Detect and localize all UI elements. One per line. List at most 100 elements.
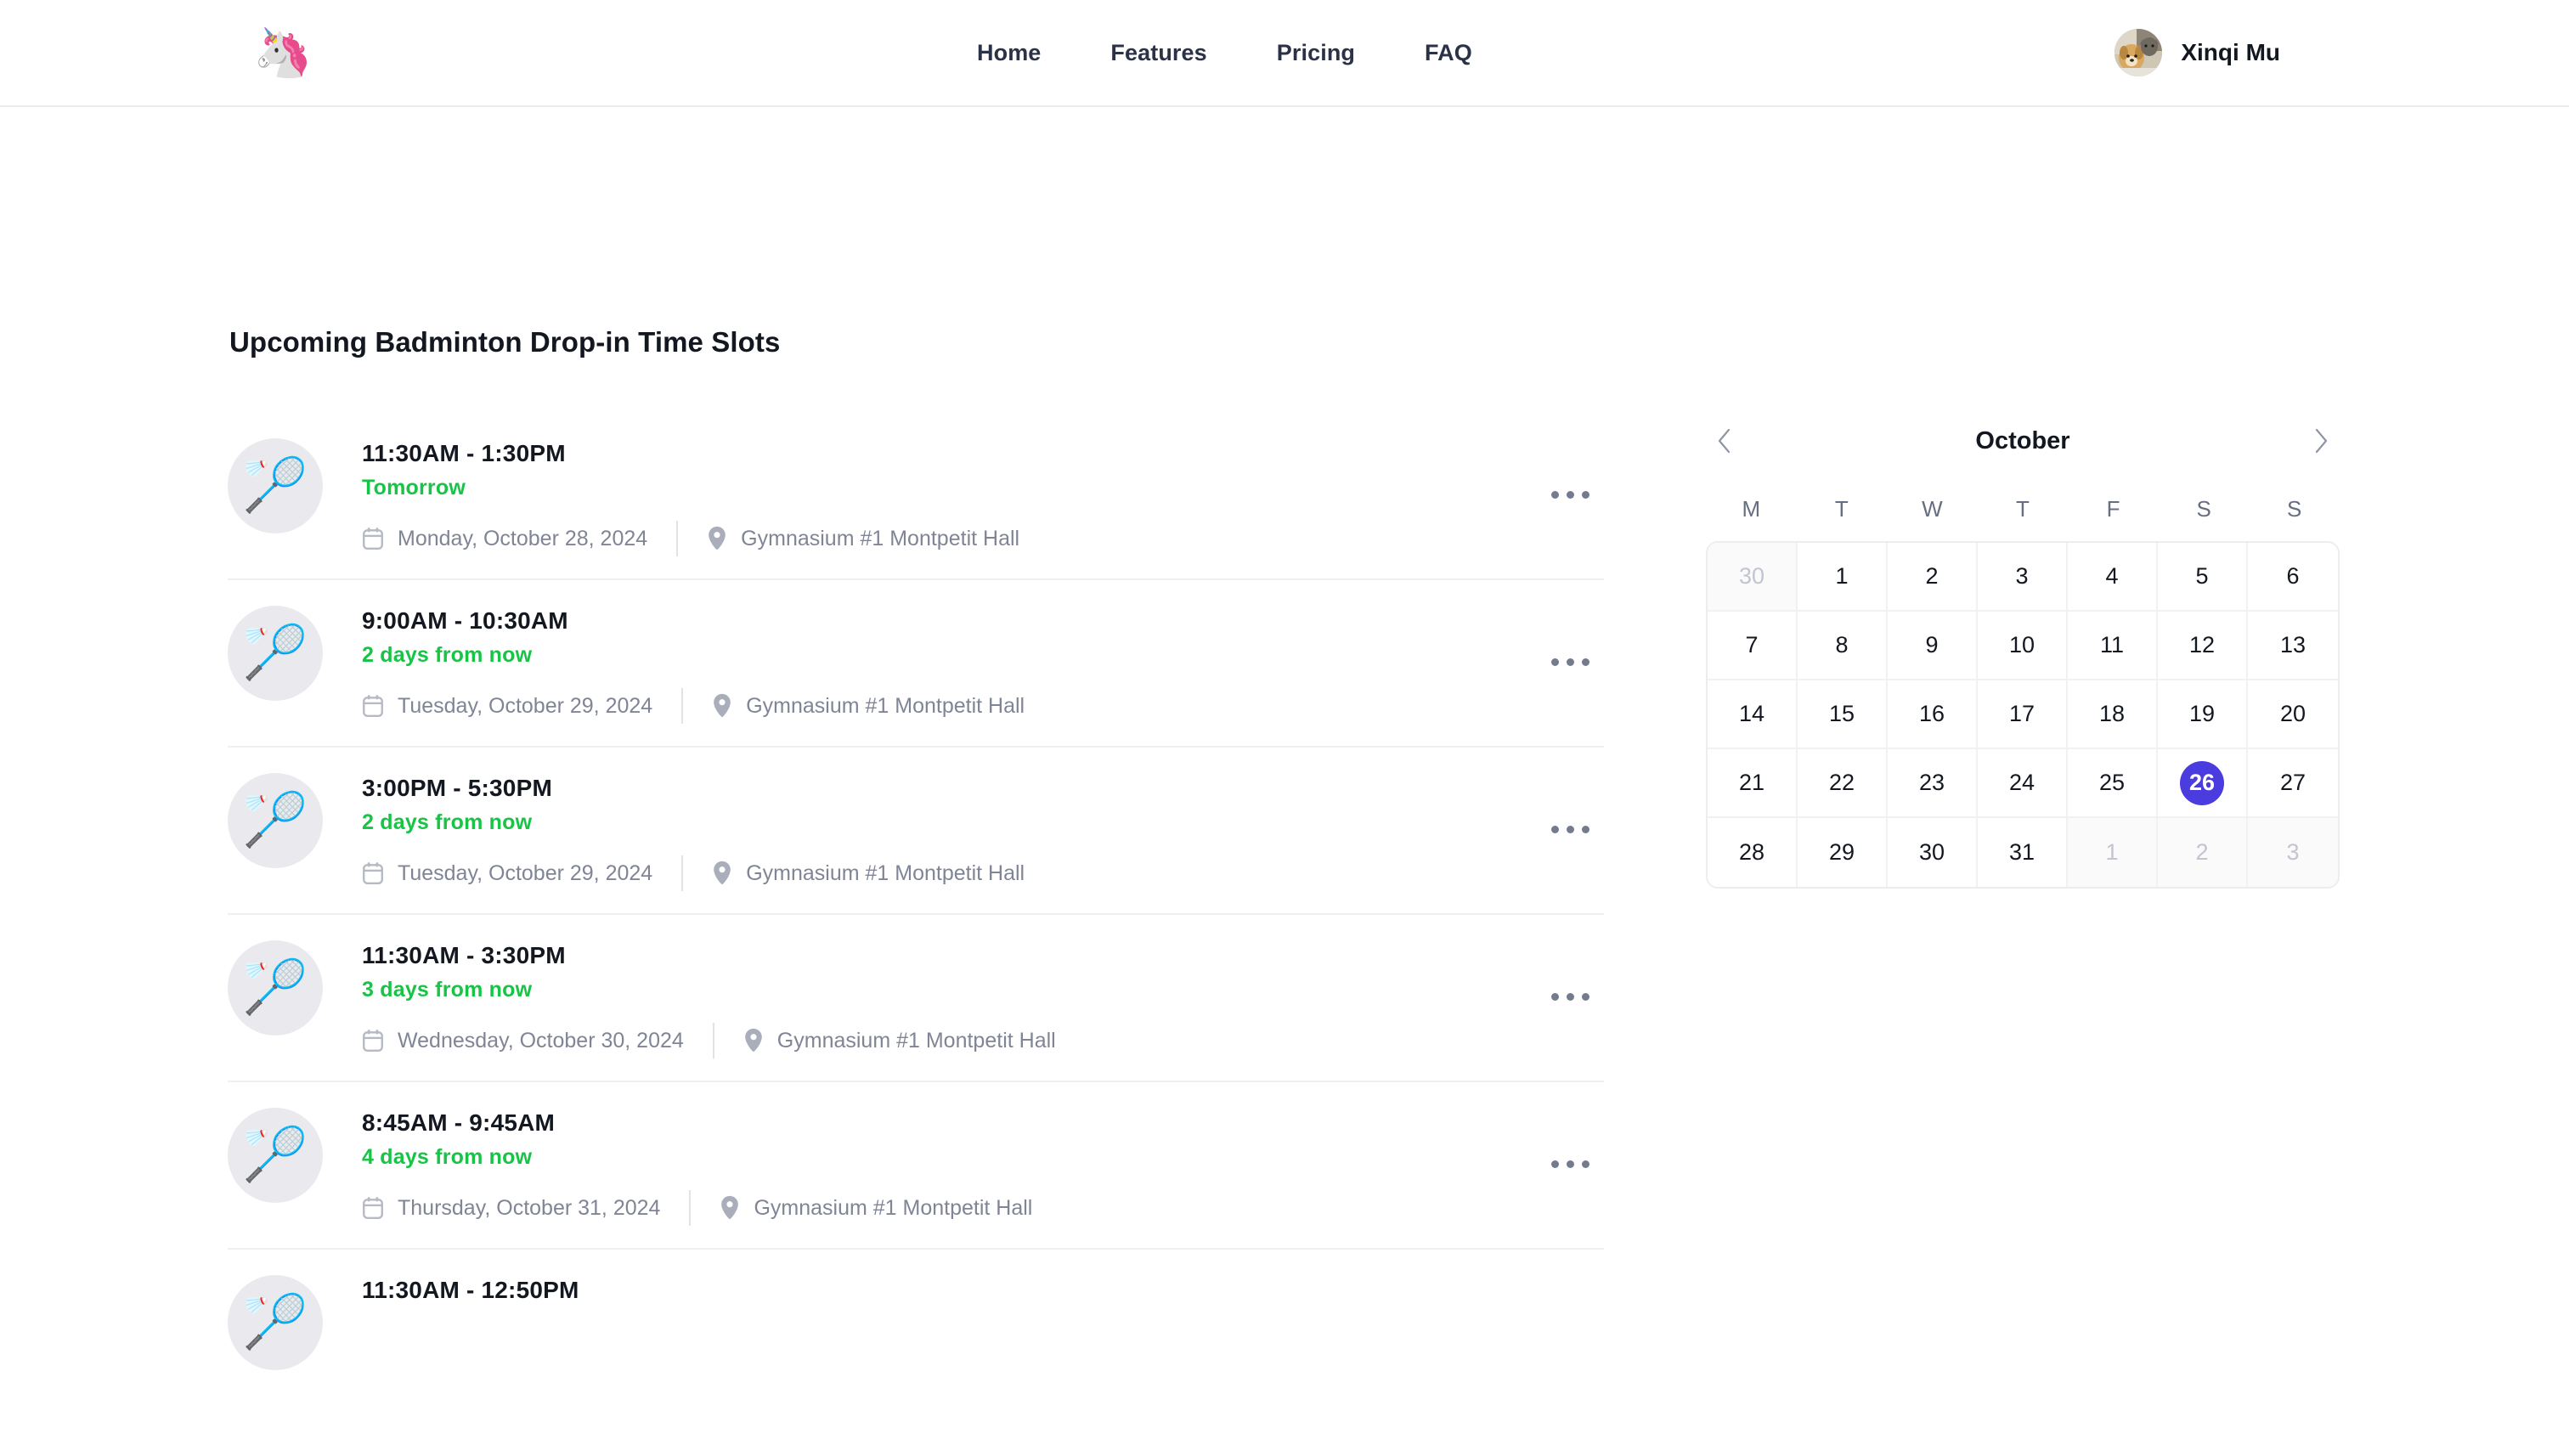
calendar-day[interactable]: 21 bbox=[1708, 749, 1798, 818]
calendar-day[interactable]: 3 bbox=[1978, 543, 2068, 612]
calendar-day[interactable]: 24 bbox=[1978, 749, 2068, 818]
slot-relative-time: 3 days from now bbox=[362, 978, 533, 1002]
calendar-day[interactable]: 31 bbox=[1978, 818, 2068, 887]
calendar-day-number: 19 bbox=[2188, 701, 2216, 726]
calendar-day[interactable]: 22 bbox=[1798, 749, 1888, 818]
username-label: Xinqi Mu bbox=[2181, 39, 2280, 65]
calendar-day[interactable]: 4 bbox=[2068, 543, 2158, 612]
calendar-day-number: 20 bbox=[2279, 701, 2306, 726]
calendar-weekday-header: M T W T F S S bbox=[1706, 496, 2340, 522]
calendar-day[interactable]: 12 bbox=[2158, 612, 2248, 680]
calendar-day-number: 11 bbox=[2099, 632, 2125, 657]
table-row[interactable]: 🏸 11:30AM - 1:30PM Tomorrow Monday, Octo… bbox=[228, 413, 1604, 578]
calendar-day[interactable]: 23 bbox=[1888, 749, 1978, 818]
calendar-day[interactable]: 1 bbox=[1798, 543, 1888, 612]
nav-link-features[interactable]: Features bbox=[1110, 31, 1206, 75]
calendar-day-number: 3 bbox=[2015, 563, 2029, 589]
location-pin-icon bbox=[714, 861, 731, 885]
calendar-day-selected[interactable]: 26 bbox=[2158, 749, 2248, 818]
calendar-day-number: 22 bbox=[1828, 770, 1855, 795]
slot-meta: Monday, October 28, 2024 Gymnasium #1 Mo… bbox=[362, 521, 1539, 556]
calendar-day-number: 1 bbox=[2105, 839, 2119, 865]
calendar-day[interactable]: 30 bbox=[1888, 818, 1978, 887]
slot-details: 9:00AM - 10:30AM 2 days from now Tuesday… bbox=[323, 601, 1539, 724]
calendar-day[interactable]: 19 bbox=[2158, 680, 2248, 749]
month-calendar: October M T W T F S S 30 1 2 3 4 5 6 7 8 9 10 11 12 1… bbox=[1706, 413, 2340, 889]
calendar-day[interactable]: 2 bbox=[2158, 818, 2248, 887]
calendar-day[interactable]: 25 bbox=[2068, 749, 2158, 818]
calendar-day-number: 2 bbox=[2195, 839, 2209, 865]
calendar-day[interactable]: 10 bbox=[1978, 612, 2068, 680]
table-row[interactable]: 🏸 9:00AM - 10:30AM 2 days from now Tuesd… bbox=[228, 578, 1604, 746]
calendar-day-number: 14 bbox=[1738, 701, 1765, 726]
meta-divider bbox=[712, 1023, 714, 1058]
slot-date: Monday, October 28, 2024 bbox=[362, 527, 647, 551]
more-options-icon[interactable] bbox=[1539, 470, 1601, 521]
nav-link-home[interactable]: Home bbox=[977, 31, 1041, 75]
chevron-right-icon[interactable] bbox=[2302, 422, 2340, 460]
location-pin-icon bbox=[744, 1028, 762, 1052]
calendar-day-number: 6 bbox=[2286, 563, 2300, 589]
weekday-label: W bbox=[1922, 496, 1943, 522]
calendar-day[interactable]: 7 bbox=[1708, 612, 1798, 680]
slot-relative-time: Tomorrow bbox=[362, 476, 466, 499]
meta-divider bbox=[689, 1190, 692, 1226]
nav-link-faq[interactable]: FAQ bbox=[1425, 31, 1472, 75]
calendar-day[interactable]: 29 bbox=[1798, 818, 1888, 887]
avatar-photo-icon bbox=[2114, 29, 2163, 76]
calendar-day-number: 30 bbox=[1738, 563, 1765, 589]
calendar-day[interactable]: 9 bbox=[1888, 612, 1978, 680]
chevron-left-icon[interactable] bbox=[1706, 422, 1743, 460]
more-options-icon[interactable] bbox=[1539, 972, 1601, 1023]
calendar-day[interactable]: 20 bbox=[2248, 680, 2338, 749]
slot-location-label: Gymnasium #1 Montpetit Hall bbox=[754, 1195, 1033, 1220]
calendar-day-number: 2 bbox=[1925, 563, 1939, 589]
calendar-day-number: 5 bbox=[2195, 563, 2209, 589]
table-row[interactable]: 🏸 3:00PM - 5:30PM 2 days from now Tuesda… bbox=[228, 746, 1604, 913]
calendar-day[interactable]: 3 bbox=[2248, 818, 2338, 887]
calendar-day[interactable]: 30 bbox=[1708, 543, 1798, 612]
page-title: Upcoming Badminton Drop-in Time Slots bbox=[229, 326, 781, 358]
unicorn-logo-icon[interactable]: 🦄 bbox=[253, 24, 313, 82]
slot-location: Gymnasium #1 Montpetit Hall bbox=[743, 1028, 1056, 1053]
dot bbox=[1566, 826, 1574, 833]
page-content: Upcoming Badminton Drop-in Time Slots 🏸 … bbox=[0, 107, 2569, 1454]
dot bbox=[1566, 491, 1574, 499]
table-row[interactable]: 🏸 11:30AM - 3:30PM 3 days from now Wedne… bbox=[228, 913, 1604, 1081]
user-menu[interactable]: Xinqi Mu bbox=[2114, 0, 2280, 105]
slot-location: Gymnasium #1 Montpetit Hall bbox=[712, 693, 1025, 719]
slot-date: Thursday, October 31, 2024 bbox=[362, 1196, 660, 1221]
table-row[interactable]: 🏸 8:45AM - 9:45AM 4 days from now Thursd… bbox=[228, 1081, 1604, 1248]
calendar-day-number: 28 bbox=[1738, 839, 1765, 865]
calendar-day[interactable]: 11 bbox=[2068, 612, 2158, 680]
calendar-day[interactable]: 17 bbox=[1978, 680, 2068, 749]
avatar[interactable] bbox=[2114, 29, 2163, 76]
calendar-day[interactable]: 16 bbox=[1888, 680, 1978, 749]
calendar-day[interactable]: 8 bbox=[1798, 612, 1888, 680]
calendar-day-number: 15 bbox=[1828, 701, 1855, 726]
slot-location-label: Gymnasium #1 Montpetit Hall bbox=[746, 861, 1025, 885]
weekday-label: M bbox=[1742, 496, 1761, 522]
calendar-day[interactable]: 2 bbox=[1888, 543, 1978, 612]
calendar-month-label: October bbox=[1975, 426, 2070, 454]
calendar-day[interactable]: 5 bbox=[2158, 543, 2248, 612]
calendar-day[interactable]: 14 bbox=[1708, 680, 1798, 749]
more-options-icon[interactable] bbox=[1539, 1139, 1601, 1190]
dot bbox=[1581, 993, 1589, 1001]
calendar-day[interactable]: 27 bbox=[2248, 749, 2338, 818]
nav-link-pricing[interactable]: Pricing bbox=[1277, 31, 1355, 75]
calendar-day[interactable]: 28 bbox=[1708, 818, 1798, 887]
slot-date-label: Monday, October 28, 2024 bbox=[398, 526, 648, 550]
calendar-day-number: 18 bbox=[2098, 701, 2126, 726]
more-options-icon[interactable] bbox=[1539, 804, 1601, 855]
calendar-day[interactable]: 15 bbox=[1798, 680, 1888, 749]
calendar-day[interactable]: 13 bbox=[2248, 612, 2338, 680]
dot bbox=[1581, 491, 1589, 499]
calendar-day[interactable]: 18 bbox=[2068, 680, 2158, 749]
meta-divider bbox=[676, 521, 679, 556]
more-options-icon[interactable] bbox=[1539, 637, 1601, 688]
table-row[interactable]: 🏸 11:30AM - 12:50PM bbox=[228, 1248, 1604, 1392]
calendar-day[interactable]: 6 bbox=[2248, 543, 2338, 612]
primary-nav: Home Features Pricing FAQ bbox=[977, 0, 1472, 105]
calendar-day[interactable]: 1 bbox=[2068, 818, 2158, 887]
